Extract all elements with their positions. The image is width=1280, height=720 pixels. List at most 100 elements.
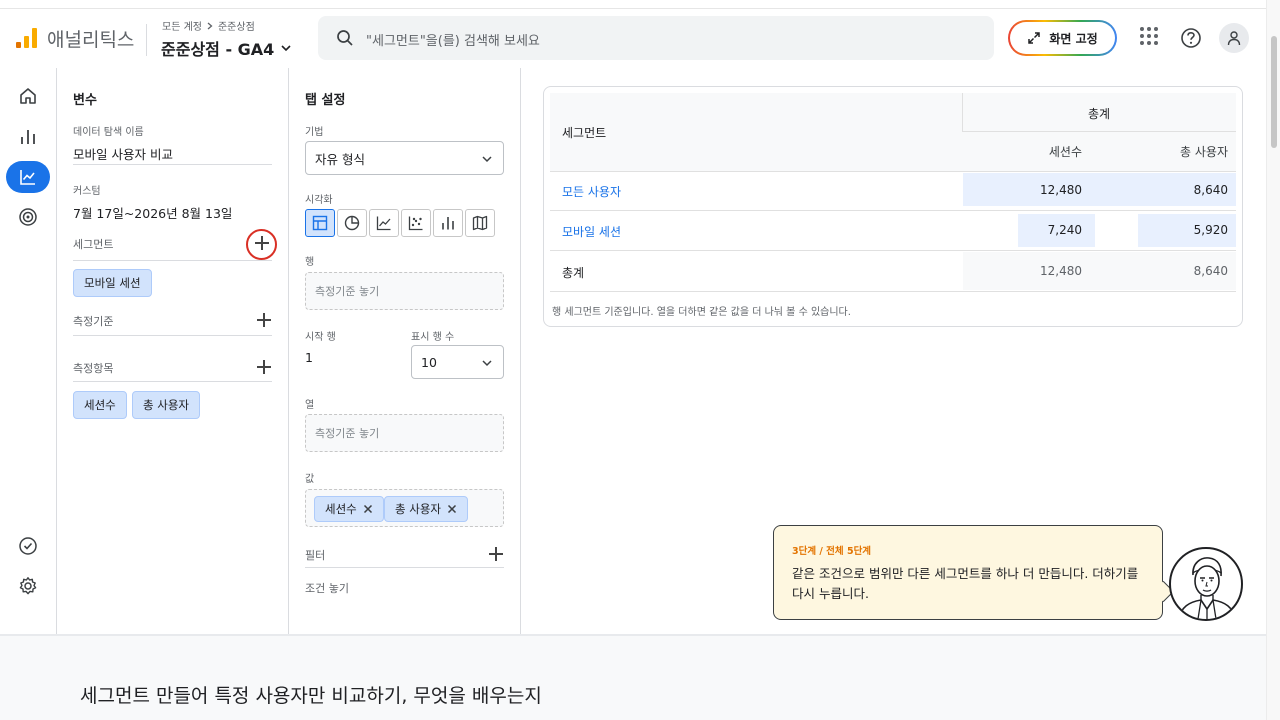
viz-line-button[interactable] [369, 209, 399, 237]
tutorial-tooltip: 3단계 / 전체 5단계 같은 조건으로 범위만 다른 세그먼트를 하나 더 만… [773, 525, 1163, 620]
exploration-name-label: 데이터 탐색 이름 [73, 127, 144, 138]
viz-donut-button[interactable] [337, 209, 367, 237]
brand-name[interactable]: 애널리틱스 [47, 25, 134, 52]
table-cell: 12,480 [1040, 183, 1082, 197]
value-chip-label: 총 사용자 [395, 502, 441, 516]
bar-chart-icon [442, 217, 454, 230]
expand-icon [1028, 32, 1041, 44]
rows-drop-zone[interactable]: 측정기준 놓기 [305, 272, 504, 310]
tutorial-step: 3단계 / 전체 5단계 [792, 546, 872, 557]
chevron-down-icon [281, 45, 291, 52]
nav-rail [0, 68, 57, 634]
divider [73, 381, 272, 382]
add-filter-icon[interactable] [488, 546, 504, 562]
add-segment-highlight[interactable] [246, 229, 277, 260]
breadcrumb-all-accounts[interactable]: 모든 계정 [162, 18, 202, 33]
value-chip-label: 세션수 [325, 502, 357, 516]
top-border [0, 0, 1266, 9]
columns-drop-zone[interactable]: 측정기준 놓기 [305, 414, 504, 452]
scrollbar[interactable] [1266, 0, 1280, 720]
check-circle-icon [19, 537, 37, 555]
search-icon [337, 30, 353, 46]
tab-settings-panel: 탭 설정 기법 자유 형식 시각화 행 측정기준 놓기 시작 행 1 표시 행 … [289, 68, 521, 634]
donut-icon [344, 215, 360, 231]
dimensions-label: 측정기준 [73, 315, 114, 328]
show-rows-select[interactable]: 10 [411, 345, 504, 379]
technique-select[interactable]: 자유 형식 [305, 141, 504, 175]
add-dimension-icon[interactable] [256, 312, 272, 328]
analytics-logo-icon[interactable] [16, 28, 38, 48]
breadcrumb-property[interactable]: 준준상점 [218, 18, 255, 33]
reports-button[interactable] [6, 121, 50, 153]
advertising-icon [19, 208, 37, 226]
show-rows-label: 표시 행 수 [411, 332, 455, 343]
rows-label: 행 [305, 257, 315, 268]
table-cell: 12,480 [1040, 264, 1082, 278]
gear-icon [19, 577, 37, 595]
close-icon[interactable] [363, 504, 373, 514]
sessions-column-header[interactable]: 세션수 [974, 143, 1082, 160]
app-header: 애널리틱스 모든 계정 준준상점 준준상점 - GA4 "세그먼트"을(를) 검… [0, 10, 1266, 66]
table-row-segment[interactable]: 모든 사용자 [562, 183, 621, 200]
date-custom-label: 커스텀 [73, 186, 101, 197]
date-range-picker[interactable]: 7월 17일~2026년 8월 13일 [73, 203, 232, 222]
home-icon [20, 88, 36, 104]
pin-screen-label: 화면 고정 [1049, 31, 1098, 46]
divider [73, 260, 272, 261]
table-row-segment[interactable]: 모바일 세션 [562, 223, 621, 240]
home-button[interactable] [6, 80, 50, 112]
viz-bar-button[interactable] [433, 209, 463, 237]
divider [73, 164, 272, 165]
check-button[interactable] [6, 530, 50, 562]
table-row-total: 총계 [562, 266, 585, 280]
viz-table-button[interactable] [305, 209, 335, 237]
advertising-button[interactable] [6, 201, 50, 233]
value-chip-sessions[interactable]: 세션수 [314, 496, 384, 522]
divider [550, 171, 1236, 172]
filter-label: 필터 [305, 549, 326, 562]
start-row-input[interactable]: 1 [305, 350, 313, 365]
search-bar[interactable]: "세그먼트"을(를) 검색해 보세요 [318, 16, 994, 60]
technique-label: 기법 [305, 127, 324, 138]
close-icon[interactable] [447, 504, 457, 514]
divider [550, 291, 1236, 292]
metric-chip-sessions[interactable]: 세션수 [73, 391, 127, 419]
columns-label: 열 [305, 400, 315, 411]
show-rows-value: 10 [421, 354, 437, 370]
visualization-label: 시각화 [305, 195, 333, 206]
breadcrumb[interactable]: 모든 계정 준준상점 [162, 18, 255, 33]
divider [305, 567, 504, 568]
segment-chip-mobile-sessions[interactable]: 모바일 세션 [73, 269, 152, 297]
settings-button[interactable] [6, 570, 50, 602]
exploration-table: 세그먼트 총계 세션수 총 사용자 모든 사용자 12,480 8,640 모바… [543, 86, 1243, 327]
values-label: 값 [305, 474, 315, 485]
explore-button[interactable] [6, 161, 50, 193]
pin-screen-button[interactable]: 화면 고정 [1008, 20, 1117, 56]
apps-grid-icon[interactable] [1139, 26, 1159, 46]
filter-drop-zone[interactable]: 조건 놓기 [305, 580, 349, 596]
value-chip-total-users[interactable]: 총 사용자 [384, 496, 468, 522]
start-row-label: 시작 행 [305, 332, 336, 343]
table-icon [312, 215, 328, 231]
account-selector[interactable]: 준준상점 - GA4 [161, 36, 292, 60]
tab-settings-title: 탭 설정 [305, 93, 346, 108]
scrollbar-thumb[interactable] [1271, 36, 1277, 148]
add-metric-icon[interactable] [256, 359, 272, 375]
mascot-illustration-icon [1178, 557, 1236, 619]
exploration-name-input[interactable]: 모바일 사용자 비교 [73, 144, 173, 163]
total-users-column-header[interactable]: 총 사용자 [1104, 143, 1228, 160]
help-icon[interactable] [1180, 27, 1202, 49]
tutorial-message: 같은 조건으로 범위만 다른 세그먼트를 하나 더 만듭니다. 더하기를 다시 … [792, 566, 1139, 601]
divider [550, 250, 1236, 251]
viz-scatter-button[interactable] [401, 209, 431, 237]
variables-panel: 변수 데이터 탐색 이름 모바일 사용자 비교 커스텀 7월 17일~2026년… [57, 68, 289, 634]
chevron-down-icon [482, 156, 492, 163]
metric-chip-total-users[interactable]: 총 사용자 [132, 391, 200, 419]
header-divider [146, 24, 147, 56]
viz-map-button[interactable] [465, 209, 495, 237]
account-name: 준준상점 - GA4 [161, 40, 275, 59]
avatar[interactable] [1219, 23, 1249, 53]
table-cell: 7,240 [1047, 223, 1082, 237]
table-cell: 5,920 [1193, 223, 1228, 237]
search-input[interactable]: "세그먼트"을(를) 검색해 보세요 [366, 30, 540, 49]
